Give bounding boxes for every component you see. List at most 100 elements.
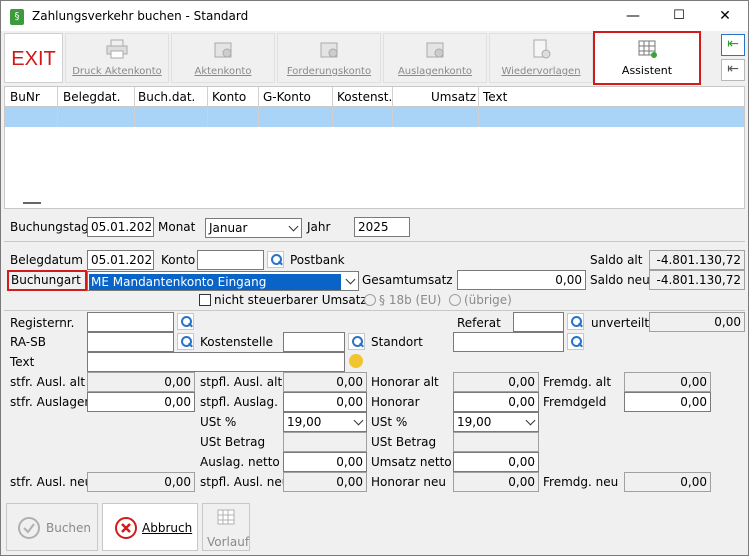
stpfl-ausl-alt-value: 0,00 [283,372,367,392]
auslagenkonto-button[interactable]: Auslagenkonto [383,33,487,83]
chevron-down-icon [525,415,536,426]
gesamtumsatz-field[interactable]: 0,00 [457,270,586,290]
stpfl-auslag-field[interactable]: 0,00 [283,392,367,412]
nicht-steuerbar-label: nicht steuerbarer Umsatz [214,293,367,307]
referat-label: Referat [457,316,501,330]
standort-field[interactable] [453,332,564,352]
konto-field[interactable] [197,250,264,270]
minimize-button[interactable]: — [610,1,656,31]
col-belegdat[interactable]: Belegdat. [63,90,120,104]
col-gkonto[interactable]: G-Konto [263,90,311,104]
ust2-select[interactable]: 19,00 [453,412,539,432]
chevron-down-icon [353,415,364,426]
honorar-alt-value: 0,00 [453,372,539,392]
ustbetrag1-label: USt Betrag [200,435,266,449]
col-text[interactable]: Text [483,90,507,104]
ust1-select[interactable]: 19,00 [283,412,367,432]
ust2-label: USt % [371,415,408,429]
unverteilt-label: unverteilt [591,316,650,330]
booking-grid[interactable]: BuNr Belegdat. Buch.dat. Konto G-Konto K… [4,86,745,209]
toolbar: EXIT Druck Aktenkonto Aktenkonto Forderu… [1,31,748,85]
cancel-icon [115,517,137,539]
buchungstag-field[interactable]: 05.01.2025 [87,217,154,237]
search-icon[interactable] [567,313,584,330]
buchen-button[interactable]: Buchen [6,503,98,551]
search-icon[interactable] [177,333,194,350]
monat-select[interactable]: Januar [205,218,302,238]
search-icon[interactable] [348,333,365,350]
divider [4,241,745,242]
splitter-handle[interactable] [23,202,41,204]
close-button[interactable]: ✕ [702,1,748,31]
wiedervorlagen-button[interactable]: Wiedervorlagen [489,33,593,83]
honorar-alt-label: Honorar alt [371,375,439,389]
arrow-in-icon[interactable]: ⇤ [721,34,745,56]
buchen-label: Buchen [46,521,92,535]
jahr-field[interactable]: 2025 [354,217,410,237]
col-divider [332,87,333,127]
col-buchdat[interactable]: Buch.dat. [138,90,195,104]
vorlauf-button[interactable]: Vorlauf [202,503,250,551]
table-row[interactable] [5,107,744,127]
assistent-button[interactable]: Assistent [593,31,701,85]
radio-uebrige[interactable] [449,294,461,306]
arrow-left-icon[interactable]: ⇤ [721,59,745,81]
umsatz-netto-field[interactable]: 0,00 [453,452,539,472]
belegdatum-field[interactable]: 05.01.2025 [87,250,154,270]
grid-header: BuNr Belegdat. Buch.dat. Konto G-Konto K… [5,87,744,107]
saldo-alt-value: -4.801.130,72 [649,250,745,270]
saldo-neu-label: Saldo neu [590,273,650,287]
col-bunr[interactable]: BuNr [10,90,40,104]
aktenkonto-button[interactable]: Aktenkonto [171,33,275,83]
radio-18b-label: § 18b (EU) [379,293,442,307]
maximize-button[interactable]: ☐ [656,1,702,31]
fremdgeld-field[interactable]: 0,00 [624,392,711,412]
honorar-field[interactable]: 0,00 [453,392,539,412]
forderungskonto-button[interactable]: Forderungskonto [277,33,381,83]
honorar-neu-label: Honorar neu [371,475,446,489]
nicht-steuerbar-checkbox[interactable] [199,294,211,306]
text-label: Text [10,355,35,369]
druck-aktenkonto-label: Druck Aktenkonto [72,66,162,77]
buchungstag-label: Buchungstag [10,220,89,234]
kostenstelle-field[interactable] [283,332,345,352]
auslag-netto-label: Auslag. netto [200,455,280,469]
chevron-down-icon [345,274,356,285]
rasb-field[interactable] [87,332,174,352]
referat-field[interactable] [513,312,564,332]
gesamtumsatz-label: Gesamtumsatz [362,273,453,287]
aktenkonto-label: Aktenkonto [194,66,252,77]
strf-ausl-neu-value: 0,00 [87,472,195,492]
registernr-field[interactable] [87,312,174,332]
exit-button[interactable]: EXIT [4,33,63,83]
search-icon[interactable] [267,251,284,268]
jahr-label: Jahr [307,220,331,234]
radio-18b[interactable] [364,294,376,306]
search-icon[interactable] [177,313,194,330]
search-icon[interactable] [567,333,584,350]
text-field[interactable] [87,352,345,372]
auslag-netto-field[interactable]: 0,00 [283,452,367,472]
ust1-label: USt % [200,415,237,429]
document-gear-icon [533,39,551,59]
col-kostenst[interactable]: Kostenst. [337,90,392,104]
col-konto[interactable]: Konto [212,90,246,104]
lookup-key-icon[interactable] [349,354,363,368]
druck-aktenkonto-button[interactable]: Druck Aktenkonto [65,33,169,83]
postbank-text: Postbank [290,253,345,267]
strf-auslagen-field[interactable]: 0,00 [87,392,195,412]
assistent-label: Assistent [621,64,673,77]
fremdg-alt-value: 0,00 [624,372,711,392]
ust1-value: 19,00 [287,415,322,429]
fremdg-neu-value: 0,00 [624,472,711,492]
window-title: Zahlungsverkehr buchen - Standard [32,9,249,23]
vorlauf-label: Vorlauf [207,535,250,549]
abbruch-button[interactable]: Abbruch [102,503,198,551]
ustbetrag2-value [453,432,539,452]
col-umsatz[interactable]: Umsatz [431,90,476,104]
printer-icon [106,39,128,59]
buchungsart-select[interactable]: ME Mandantenkonto Eingang [87,271,359,291]
ust2-value: 19,00 [457,415,492,429]
strf-ausl-alt-value: 0,00 [87,372,195,392]
honorar-label: Honorar [371,395,420,409]
